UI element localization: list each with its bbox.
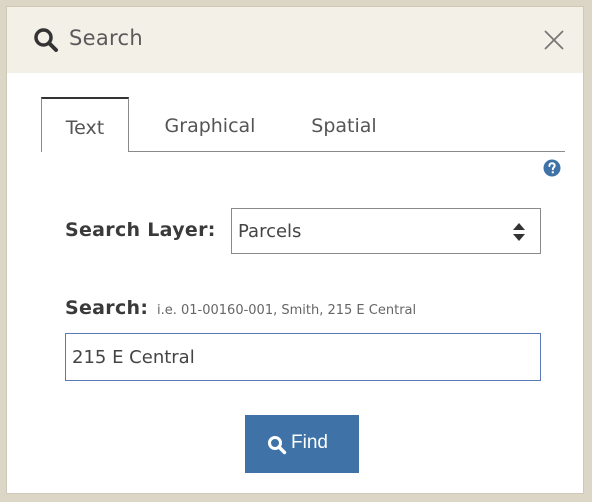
sort-arrows-icon <box>513 223 525 241</box>
panel-header: Search <box>7 7 583 73</box>
search-layer-label: Search Layer: <box>65 219 216 241</box>
panel-title: Search <box>69 26 143 50</box>
find-button[interactable]: Find <box>245 415 359 473</box>
search-input[interactable] <box>65 333 541 381</box>
tab-graphical[interactable]: Graphical <box>151 97 269 151</box>
find-button-label: Find <box>291 432 328 453</box>
tab-spatial[interactable]: Spatial <box>299 97 389 151</box>
search-label: Search: <box>65 297 149 319</box>
search-hint: i.e. 01-00160-001, Smith, 215 E Central <box>157 303 417 318</box>
search-tabs: Text Graphical Spatial <box>41 97 565 152</box>
search-icon <box>34 28 58 52</box>
tab-text[interactable]: Text <box>41 97 129 152</box>
question-circle-icon[interactable] <box>543 159 561 177</box>
search-panel: Search Text Graphical Spatial Search Lay… <box>6 6 584 494</box>
search-layer-value: Parcels <box>238 221 302 242</box>
close-icon[interactable] <box>541 27 567 53</box>
search-icon <box>268 436 287 455</box>
search-layer-select[interactable]: Parcels <box>231 208 541 254</box>
